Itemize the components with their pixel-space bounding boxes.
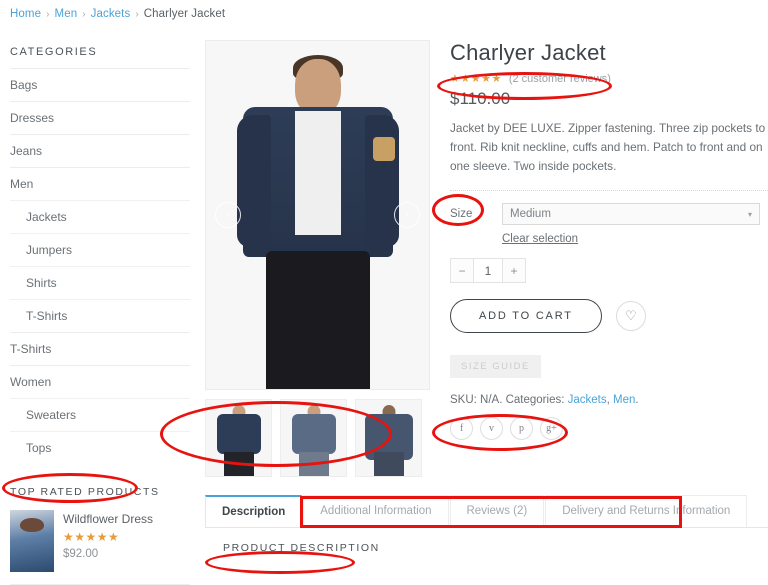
category-link-jackets[interactable]: Jackets bbox=[568, 394, 607, 406]
model-pants bbox=[265, 251, 370, 389]
main-content: ‹ › Charlyer Jacket ★★★★★ (2 customer re… bbox=[190, 20, 768, 585]
breadcrumb-item-jackets[interactable]: Jackets bbox=[91, 8, 131, 20]
top-rated-item[interactable]: Wildflower Dress ★★★★★ $92.00 bbox=[10, 510, 190, 585]
star-rating-icon: ★★★★★ bbox=[450, 73, 502, 85]
product-meta: SKU: N/A. Categories: Jackets, Men. bbox=[450, 394, 639, 407]
quantity-value[interactable]: 1 bbox=[474, 258, 502, 284]
product-description-heading: PRODUCT DESCRIPTION bbox=[223, 542, 380, 554]
chevron-down-icon: ▾ bbox=[747, 209, 752, 219]
quantity-increment-button[interactable]: + bbox=[502, 258, 526, 284]
product-main-image[interactable]: ‹ › bbox=[205, 40, 430, 390]
sidebar-item-jumpers[interactable]: Jumpers bbox=[10, 233, 190, 266]
jacket-sleeve-patch bbox=[373, 137, 395, 161]
tab-list: Description Additional Information Revie… bbox=[205, 495, 768, 528]
size-selected-value: Medium bbox=[510, 208, 551, 221]
product-summary: Charlyer Jacket ★★★★★ (2 customer review… bbox=[446, 40, 768, 477]
size-selector-row: Size Medium ▾ bbox=[450, 203, 768, 226]
breadcrumb-item-men[interactable]: Men bbox=[55, 8, 78, 20]
top-rated-price: $92.00 bbox=[63, 548, 99, 560]
sidebar-item-women[interactable]: Women bbox=[10, 365, 190, 398]
sidebar-item-sweaters[interactable]: Sweaters bbox=[10, 398, 190, 431]
product-tabs: Description Additional Information Revie… bbox=[205, 495, 768, 554]
breadcrumb-item-home[interactable]: Home bbox=[10, 8, 41, 20]
model-jacket-opening bbox=[294, 111, 341, 235]
gallery-thumbnails bbox=[205, 399, 430, 477]
page-title: Charlyer Jacket bbox=[450, 40, 606, 65]
facebook-icon[interactable]: f bbox=[450, 417, 473, 441]
tab-additional-information[interactable]: Additional Information bbox=[303, 495, 449, 527]
sidebar-item-tops[interactable]: Tops bbox=[10, 431, 190, 464]
sidebar-item-jeans[interactable]: Jeans bbox=[10, 134, 190, 167]
product-price: $110.00 bbox=[450, 89, 511, 108]
clear-selection-link[interactable]: Clear selection bbox=[502, 233, 578, 245]
category-link-men[interactable]: Men bbox=[613, 394, 635, 406]
customer-reviews-link[interactable]: (2 customer reviews) bbox=[509, 73, 611, 85]
size-select[interactable]: Medium ▾ bbox=[502, 203, 760, 226]
thumb-body bbox=[216, 414, 261, 454]
thumb-body bbox=[291, 414, 336, 454]
size-guide-button[interactable]: SIZE GUIDE bbox=[450, 355, 541, 379]
tab-delivery-returns[interactable]: Delivery and Returns Information bbox=[545, 495, 748, 527]
rating-row: ★★★★★ (2 customer reviews) bbox=[450, 72, 768, 86]
breadcrumb: Home › Men › Jackets › Charlyer Jacket bbox=[0, 0, 768, 20]
cart-actions: ADD TO CART ♡ bbox=[450, 299, 768, 334]
carousel-next-arrow-icon[interactable]: › bbox=[394, 202, 420, 228]
social-share-buttons: f ᴠ p g+ bbox=[450, 417, 768, 441]
gallery-thumbnail-2[interactable] bbox=[280, 399, 347, 477]
tab-panel-description: PRODUCT DESCRIPTION bbox=[205, 528, 768, 554]
sidebar-item-dresses[interactable]: Dresses bbox=[10, 101, 190, 134]
breadcrumb-separator: › bbox=[82, 9, 86, 20]
breadcrumb-separator: › bbox=[135, 9, 139, 20]
product-short-description: Jacket by DEE LUXE. Zipper fastening. Th… bbox=[450, 121, 766, 174]
top-rated-info: Wildflower Dress ★★★★★ $92.00 bbox=[63, 510, 153, 572]
twitter-icon[interactable]: ᴠ bbox=[480, 417, 503, 441]
divider bbox=[450, 190, 768, 192]
sidebar-item-men[interactable]: Men bbox=[10, 167, 190, 200]
product-gallery: ‹ › bbox=[205, 40, 430, 477]
add-to-cart-button[interactable]: ADD TO CART bbox=[450, 299, 602, 334]
top-rated-heading: TOP RATED PRODUCTS bbox=[10, 486, 160, 498]
breadcrumb-current: Charlyer Jacket bbox=[143, 8, 226, 20]
sidebar-item-shirts[interactable]: Shirts bbox=[10, 266, 190, 299]
star-rating-icon: ★★★★★ bbox=[63, 530, 120, 544]
tab-reviews[interactable]: Reviews (2) bbox=[449, 495, 545, 527]
top-rated-products: TOP RATED PRODUCTS Wildflower Dress ★★★★… bbox=[10, 486, 190, 585]
sidebar-item-tshirts[interactable]: T-Shirts bbox=[10, 332, 190, 365]
sku-categories-prefix: SKU: N/A. Categories: bbox=[450, 394, 568, 407]
quantity-stepper: − 1 + bbox=[450, 258, 768, 284]
googleplus-icon[interactable]: g+ bbox=[540, 417, 563, 441]
gallery-thumbnail-1[interactable] bbox=[205, 399, 272, 477]
sidebar-item-jackets[interactable]: Jackets bbox=[10, 200, 190, 233]
meta-suffix: . bbox=[635, 394, 639, 407]
gallery-thumbnail-3[interactable] bbox=[355, 399, 422, 477]
thumb-legs bbox=[223, 452, 254, 476]
size-label: Size bbox=[450, 208, 473, 221]
categories-heading: CATEGORIES bbox=[10, 46, 98, 58]
carousel-prev-arrow-icon[interactable]: ‹ bbox=[215, 202, 241, 228]
sidebar: CATEGORIES Bags Dresses Jeans Men Jacket… bbox=[10, 20, 190, 585]
top-rated-product-name[interactable]: Wildflower Dress bbox=[63, 512, 153, 526]
quantity-decrement-button[interactable]: − bbox=[450, 258, 474, 284]
page-body: CATEGORIES Bags Dresses Jeans Men Jacket… bbox=[0, 20, 768, 585]
breadcrumb-separator: › bbox=[46, 9, 50, 20]
category-list: Bags Dresses Jeans Men Jackets Jumpers S… bbox=[10, 68, 190, 464]
thumb-legs bbox=[298, 452, 329, 476]
tab-description[interactable]: Description bbox=[205, 495, 303, 527]
sidebar-item-bags[interactable]: Bags bbox=[10, 68, 190, 101]
product-section: ‹ › Charlyer Jacket ★★★★★ (2 customer re… bbox=[205, 40, 768, 477]
thumb-legs bbox=[373, 452, 404, 476]
pinterest-icon[interactable]: p bbox=[510, 417, 533, 441]
product-thumbnail-image bbox=[10, 510, 54, 572]
wishlist-heart-icon[interactable]: ♡ bbox=[615, 301, 646, 332]
sidebar-item-men-tshirts[interactable]: T-Shirts bbox=[10, 299, 190, 332]
